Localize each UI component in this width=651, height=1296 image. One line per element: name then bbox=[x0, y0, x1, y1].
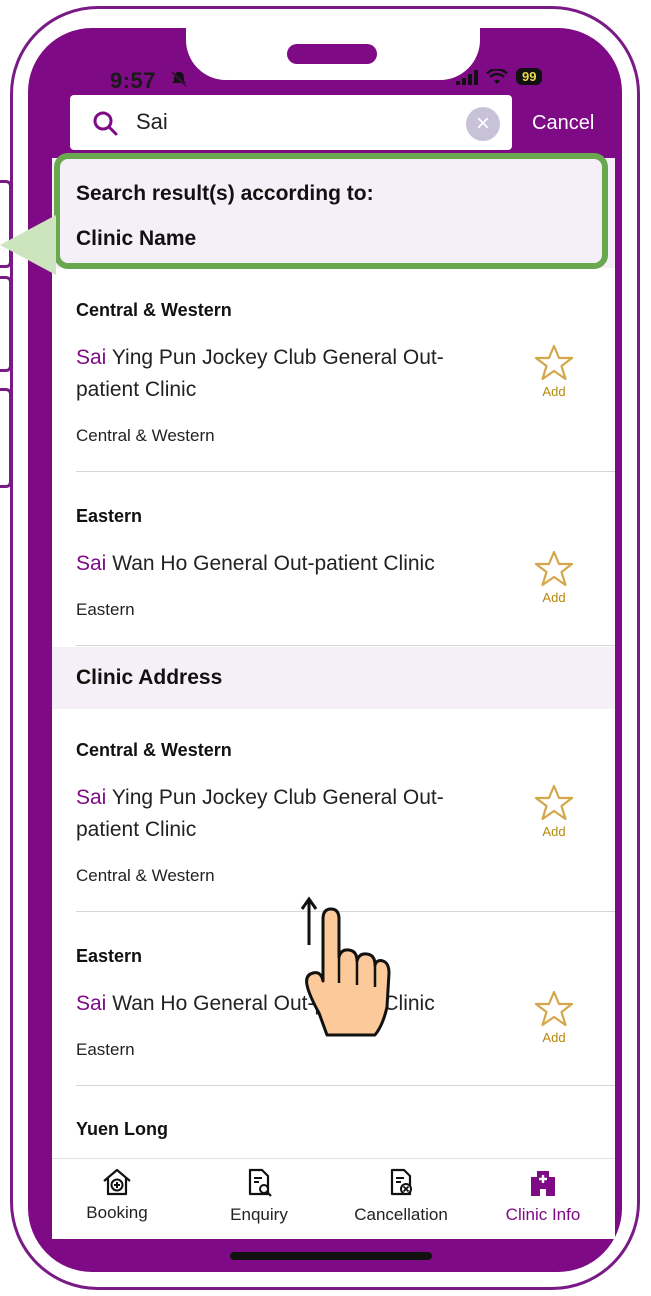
favourite-label: Add bbox=[542, 824, 566, 839]
district-heading: Eastern bbox=[76, 946, 143, 966]
status-indicators: 99 bbox=[456, 68, 543, 85]
favourite-label: Add bbox=[542, 1030, 566, 1045]
signal-icon bbox=[456, 69, 478, 85]
clinic-link[interactable]: Sai Ying Pun Jockey Club General Out-pat… bbox=[76, 342, 496, 406]
district-heading: Central & Western bbox=[76, 740, 232, 760]
favourite-button[interactable]: Add bbox=[530, 344, 578, 399]
clear-search-button[interactable]: × bbox=[466, 107, 500, 141]
volume-up-button bbox=[0, 276, 12, 372]
bottom-tab-bar: Booking Enquiry Cancellation Clinic Info bbox=[52, 1158, 615, 1239]
tab-label: Enquiry bbox=[230, 1205, 288, 1224]
star-icon bbox=[534, 784, 574, 821]
star-icon bbox=[534, 990, 574, 1027]
tab-label: Clinic Info bbox=[505, 1205, 581, 1224]
clinic-district: Eastern bbox=[76, 1040, 135, 1059]
favourite-label: Add bbox=[542, 590, 566, 605]
speaker bbox=[287, 44, 377, 64]
swipe-up-gesture-icon bbox=[295, 895, 395, 1045]
callout-pointer bbox=[0, 215, 56, 275]
status-time: 9:57 bbox=[110, 68, 157, 93]
clinic-name-text: Ying Pun Jockey Club General Out-patient… bbox=[76, 346, 444, 401]
divider bbox=[76, 471, 615, 472]
battery-indicator: 99 bbox=[516, 68, 543, 85]
clinic-name-text: Wan Ho General Out-patient Clinic bbox=[106, 552, 435, 575]
cancel-button[interactable]: Cancel bbox=[532, 112, 594, 135]
match-highlight: Sai bbox=[76, 552, 107, 575]
favourite-button[interactable]: Add bbox=[530, 784, 578, 839]
district-heading: Yuen Long bbox=[76, 1119, 168, 1139]
district-heading: Central & Western bbox=[76, 300, 232, 320]
clinic-district: Central & Western bbox=[76, 866, 215, 885]
document-search-icon bbox=[248, 1168, 272, 1197]
clinic-district: Eastern bbox=[76, 600, 135, 619]
tab-label: Cancellation bbox=[354, 1205, 448, 1224]
clinic-name-text: Ying Pun Jockey Club General Out-patient… bbox=[76, 786, 444, 841]
tab-label: Booking bbox=[86, 1203, 148, 1222]
hospital-icon bbox=[531, 1171, 555, 1196]
clinic-address-section-header: Clinic Address bbox=[52, 647, 615, 709]
star-icon bbox=[534, 344, 574, 381]
favourite-button[interactable]: Add bbox=[530, 550, 578, 605]
home-indicator bbox=[230, 1252, 432, 1260]
clinic-district: Central & Western bbox=[76, 426, 215, 445]
favourite-label: Add bbox=[542, 384, 566, 399]
clinic-link[interactable]: Sai Wan Ho General Out-patient Clinic bbox=[76, 988, 496, 1020]
tab-clinic-info[interactable]: Clinic Info bbox=[483, 1167, 603, 1225]
tab-cancellation[interactable]: Cancellation bbox=[341, 1167, 461, 1225]
clinic-address-section-title: Clinic Address bbox=[76, 666, 223, 689]
district-heading: Eastern bbox=[76, 506, 143, 526]
tab-enquiry[interactable]: Enquiry bbox=[199, 1167, 319, 1225]
volume-down-button bbox=[0, 388, 12, 488]
match-highlight: Sai bbox=[76, 992, 107, 1015]
star-icon bbox=[534, 550, 574, 587]
divider bbox=[76, 1085, 615, 1086]
favourite-button[interactable]: Add bbox=[530, 990, 578, 1045]
search-input[interactable]: Sai bbox=[136, 109, 168, 135]
search-bar[interactable]: Sai × bbox=[70, 95, 512, 150]
wifi-icon bbox=[486, 68, 508, 84]
clinic-link[interactable]: Sai Wan Ho General Out-patient Clinic bbox=[76, 548, 496, 580]
match-highlight: Sai bbox=[76, 346, 107, 369]
home-plus-icon bbox=[103, 1168, 131, 1196]
highlight-annotation-box bbox=[54, 153, 608, 269]
search-icon bbox=[93, 111, 118, 136]
clinic-link[interactable]: Sai Ying Pun Jockey Club General Out-pat… bbox=[76, 782, 496, 846]
tab-booking[interactable]: Booking bbox=[57, 1167, 177, 1223]
divider bbox=[76, 645, 615, 646]
document-cancel-icon bbox=[390, 1168, 412, 1196]
bell-slash-icon bbox=[170, 70, 188, 93]
match-highlight: Sai bbox=[76, 786, 107, 809]
